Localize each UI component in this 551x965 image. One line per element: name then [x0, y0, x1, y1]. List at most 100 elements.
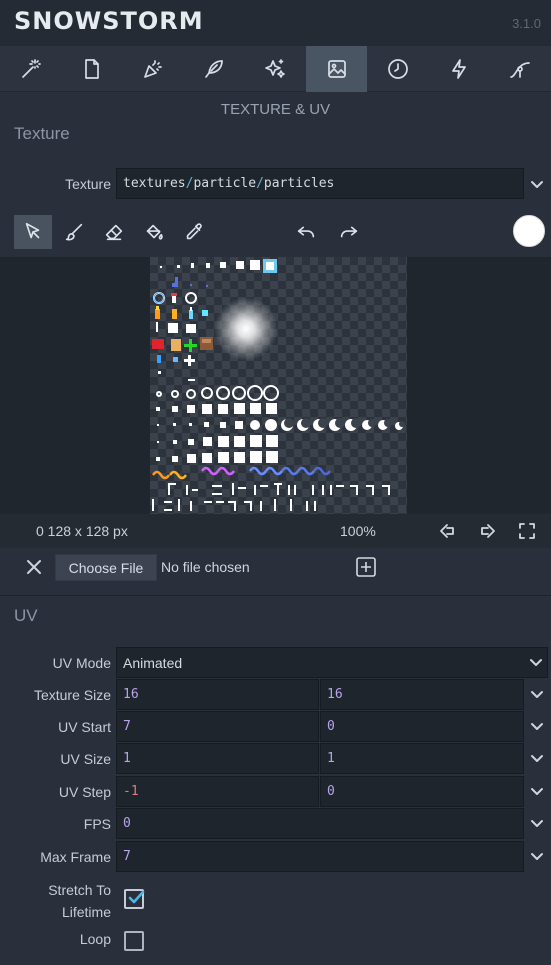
- arrow-left-icon[interactable]: [438, 522, 456, 540]
- texture-preview-area[interactable]: [0, 257, 551, 514]
- chevron-down-icon[interactable]: [530, 849, 544, 863]
- input-value: -1: [123, 784, 139, 799]
- color-picker-tool-button[interactable]: [175, 215, 213, 249]
- texture-width-input[interactable]: 16: [116, 679, 319, 710]
- app-header: SNOWSTORM 3.1.0: [0, 0, 551, 46]
- uv-step-y-input[interactable]: 0: [320, 776, 524, 807]
- tab-events[interactable]: [428, 46, 489, 92]
- uv-step-x-input[interactable]: -1: [116, 776, 319, 807]
- brush-tool-button[interactable]: [55, 215, 93, 249]
- checkmark-icon: [128, 890, 145, 904]
- curve-icon: [510, 62, 530, 78]
- path-separator: /: [256, 176, 264, 191]
- brush-icon: [65, 223, 83, 241]
- uv-size-y-input[interactable]: 1: [320, 743, 524, 774]
- panel-title: TEXTURE & UV: [220, 101, 331, 118]
- uv-mode-label: UV Mode: [52, 655, 111, 671]
- uv-step-row: UV Step -1 0: [0, 776, 551, 808]
- tab-motion[interactable]: [184, 46, 245, 92]
- magic-wand-icon: [21, 59, 41, 78]
- max-frame-label: Max Frame: [40, 849, 111, 865]
- path-segment: particles: [263, 176, 335, 191]
- tab-general[interactable]: [0, 46, 61, 92]
- input-value: 16: [327, 687, 343, 702]
- stretch-to-lifetime-label: Stretch To Lifetime: [48, 879, 111, 923]
- clock-icon: [387, 59, 408, 79]
- fps-label: FPS: [83, 816, 111, 832]
- zoom-readout: 100%: [340, 523, 376, 539]
- add-texture-button[interactable]: [355, 556, 377, 578]
- texture-canvas[interactable]: [150, 257, 407, 514]
- chevron-down-icon[interactable]: [530, 784, 544, 798]
- sparkles-icon: [265, 59, 286, 78]
- uv-size-label: UV Size: [60, 751, 111, 767]
- section-divider: [0, 595, 551, 596]
- stretch-to-lifetime-checkbox[interactable]: [124, 889, 145, 909]
- cursor-tool-button[interactable]: [14, 215, 52, 249]
- tab-curves[interactable]: [490, 46, 551, 92]
- arrow-right-icon[interactable]: [479, 522, 497, 540]
- input-value: 1: [123, 751, 131, 766]
- eraser-tool-button[interactable]: [95, 215, 133, 249]
- texture-path-input[interactable]: textures/particle/particles: [116, 168, 524, 199]
- uv-step-label: UV Step: [58, 784, 111, 800]
- chevron-down-icon[interactable]: [529, 655, 543, 669]
- clear-file-button[interactable]: [24, 557, 44, 577]
- chevron-down-icon[interactable]: [530, 751, 544, 765]
- texture-size-label: Texture Size: [33, 687, 111, 703]
- cursor-icon: [25, 222, 40, 239]
- texture-section-title: Texture: [14, 124, 70, 143]
- stretch-to-lifetime-row: Stretch To Lifetime: [0, 877, 551, 921]
- particle-sprite-sheet: [151, 259, 405, 511]
- tab-lifetime[interactable]: [245, 46, 306, 92]
- path-segment: textures: [123, 176, 186, 191]
- fps-input[interactable]: 0: [116, 808, 524, 839]
- uv-start-label: UV Start: [58, 719, 111, 735]
- uv-start-row: UV Start 7 0: [0, 711, 551, 743]
- version-label: 3.1.0: [512, 16, 541, 31]
- path-segment: particle: [193, 176, 257, 191]
- texture-row: Texture textures/particle/particles: [0, 168, 551, 200]
- tab-space[interactable]: [61, 46, 122, 92]
- fullscreen-icon[interactable]: [518, 522, 536, 540]
- texture-status-bar: 0 128 x 128 px 100%: [0, 514, 551, 548]
- max-frame-row: Max Frame 7: [0, 841, 551, 873]
- uv-size-row: UV Size 1 1: [0, 743, 551, 775]
- label-line: Lifetime: [61, 904, 111, 920]
- redo-icon: [340, 226, 358, 238]
- uv-mode-select[interactable]: Animated: [116, 647, 548, 678]
- input-value: 0: [327, 719, 335, 734]
- feather-icon: [205, 60, 224, 78]
- tab-timeline[interactable]: [367, 46, 428, 92]
- chevron-down-icon[interactable]: [530, 816, 544, 830]
- uv-size-x-input[interactable]: 1: [116, 743, 319, 774]
- fill-tool-button[interactable]: [135, 215, 173, 249]
- texture-size-row: Texture Size 16 16: [0, 679, 551, 711]
- soft-glow-sprite: [214, 297, 278, 361]
- chevron-down-icon[interactable]: [530, 177, 544, 191]
- texture-height-input[interactable]: 16: [320, 679, 524, 710]
- app-title: SNOWSTORM: [14, 7, 204, 35]
- loop-checkbox[interactable]: [124, 931, 144, 951]
- uv-section-title: UV: [14, 606, 38, 625]
- document-icon: [84, 59, 99, 79]
- chevron-down-icon[interactable]: [530, 719, 544, 733]
- brush-color-swatch[interactable]: [513, 215, 545, 247]
- uv-start-x-input[interactable]: 7: [116, 711, 319, 742]
- undo-button[interactable]: [287, 215, 325, 249]
- max-frame-input[interactable]: 7: [116, 841, 524, 872]
- eraser-icon: [105, 224, 123, 241]
- uv-start-y-input[interactable]: 0: [320, 711, 524, 742]
- texture-size-readout: 0 128 x 128 px: [36, 523, 128, 539]
- choose-file-button[interactable]: Choose File: [55, 554, 157, 581]
- file-upload-row: Choose File No file chosen: [0, 551, 551, 583]
- loop-row: Loop: [0, 926, 551, 958]
- tab-emitter[interactable]: [122, 46, 183, 92]
- tab-texture[interactable]: [305, 46, 368, 92]
- plus-square-icon: [356, 557, 376, 577]
- redo-button[interactable]: [330, 215, 368, 249]
- label-line: Stretch To: [48, 882, 111, 898]
- chevron-down-icon[interactable]: [530, 687, 544, 701]
- loop-label: Loop: [79, 931, 111, 947]
- paint-toolbar: [0, 214, 551, 252]
